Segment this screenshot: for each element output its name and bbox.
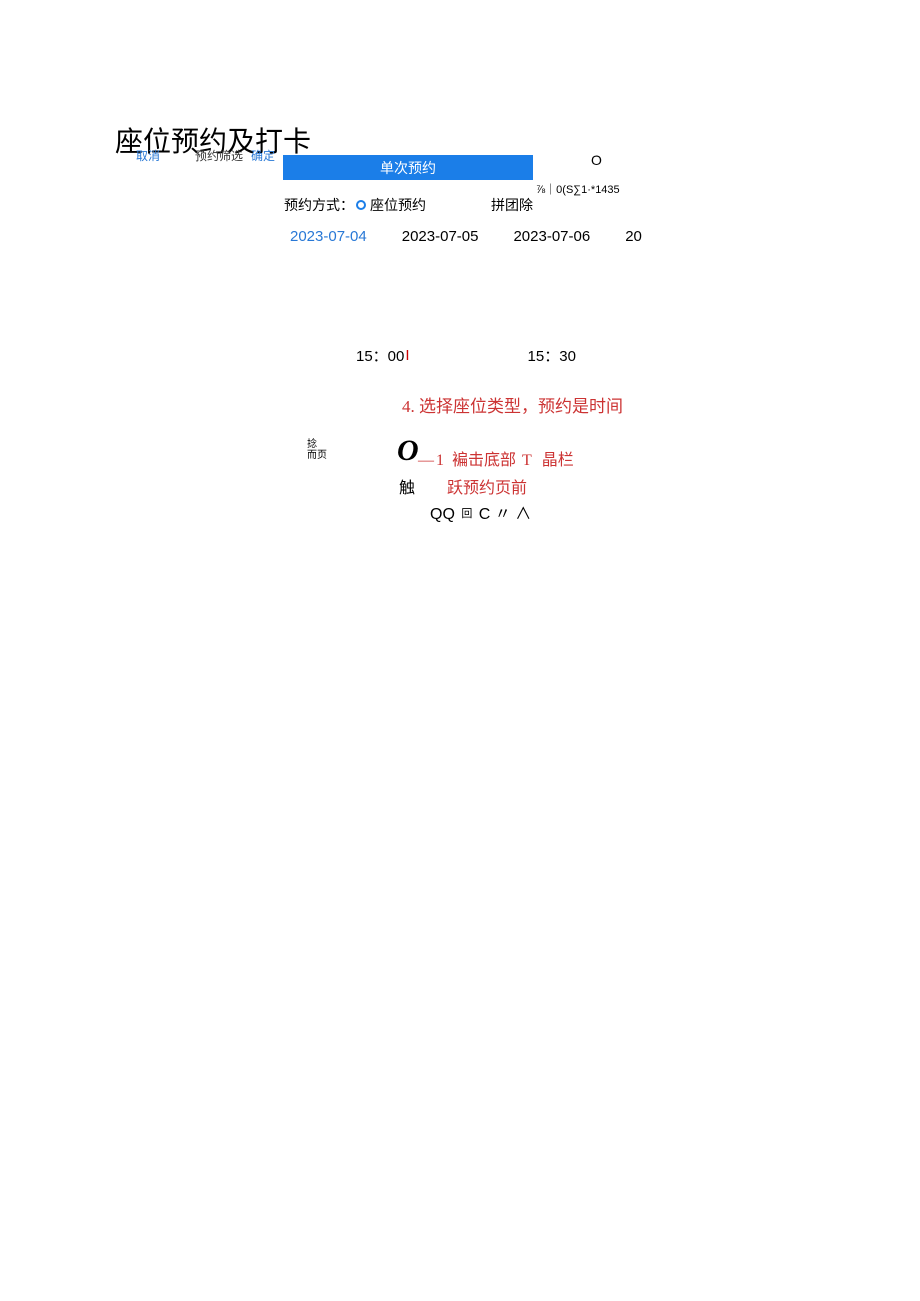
annotation-text-b: 晶栏 [542, 452, 574, 469]
modal-header: 取消 预约筛选 确定 [136, 147, 275, 164]
annotation-line2-b: 跃预约页前 [447, 480, 527, 497]
symbol-rest: C 〃 ∧ [479, 506, 531, 523]
symbol-qq: QQ [430, 506, 455, 523]
date-option-3[interactable]: 2023-07-06 [513, 228, 590, 245]
symbol-square-icon: 回 [461, 508, 472, 520]
date-option-4[interactable]: 20 [625, 228, 642, 245]
radio-seat-icon[interactable] [356, 200, 366, 210]
mode-option-seat[interactable]: 座位预约 [370, 195, 426, 215]
mode-label: 预约方式： [284, 195, 354, 215]
tab-single-booking[interactable]: 单次预约 [283, 155, 533, 180]
time-option-2[interactable]: 15：30 [528, 345, 576, 366]
date-option-2[interactable]: 2023-07-05 [402, 228, 479, 245]
annotation-dash: — [418, 452, 434, 469]
annotation-text-a: 褊击底部 [452, 452, 516, 469]
annotation-step5-line2: 触 跃预约页前 [399, 474, 527, 498]
time-option-1[interactable]: 15：00 [356, 345, 404, 366]
nav-label-top: 捻 [307, 439, 317, 450]
date-option-1[interactable]: 2023-07-04 [290, 228, 367, 245]
time-cursor: I [405, 347, 409, 364]
date-picker-row: 2023-07-04 2023-07-05 2023-07-06 20 [290, 228, 642, 245]
annotation-t: T [522, 452, 532, 469]
nav-label-bottom: 而页 [307, 450, 327, 461]
status-circle-icon: O [591, 152, 602, 168]
bottom-nav-symbols: QQ 回 C 〃 ∧ [430, 500, 531, 524]
annotation-line2-a: 触 [399, 480, 415, 497]
mode-option-group[interactable]: 拼团除 [491, 195, 533, 215]
time-picker-row: 15：00I 15：30 [356, 345, 576, 366]
cancel-button[interactable]: 取消 [136, 147, 160, 164]
annotation-zero-icon: O [397, 434, 419, 468]
annotation-step4: 4. 选择座位类型，预约是时间 [402, 392, 623, 417]
modal-title: 预约筛选 [195, 147, 243, 164]
status-text: ⅞｜0(S∑1·*1435 [536, 181, 620, 197]
annotation-num: 1 [436, 452, 444, 469]
annotation-step5-line1: —1 褊击底部 T 晶栏 [418, 446, 574, 470]
tab-label: 单次预约 [380, 158, 436, 178]
confirm-button[interactable]: 确定 [251, 147, 275, 164]
nav-home-label: 捻 而页 [307, 439, 327, 461]
booking-mode-row: 预约方式： 座位预约 拼团除 [284, 195, 533, 215]
